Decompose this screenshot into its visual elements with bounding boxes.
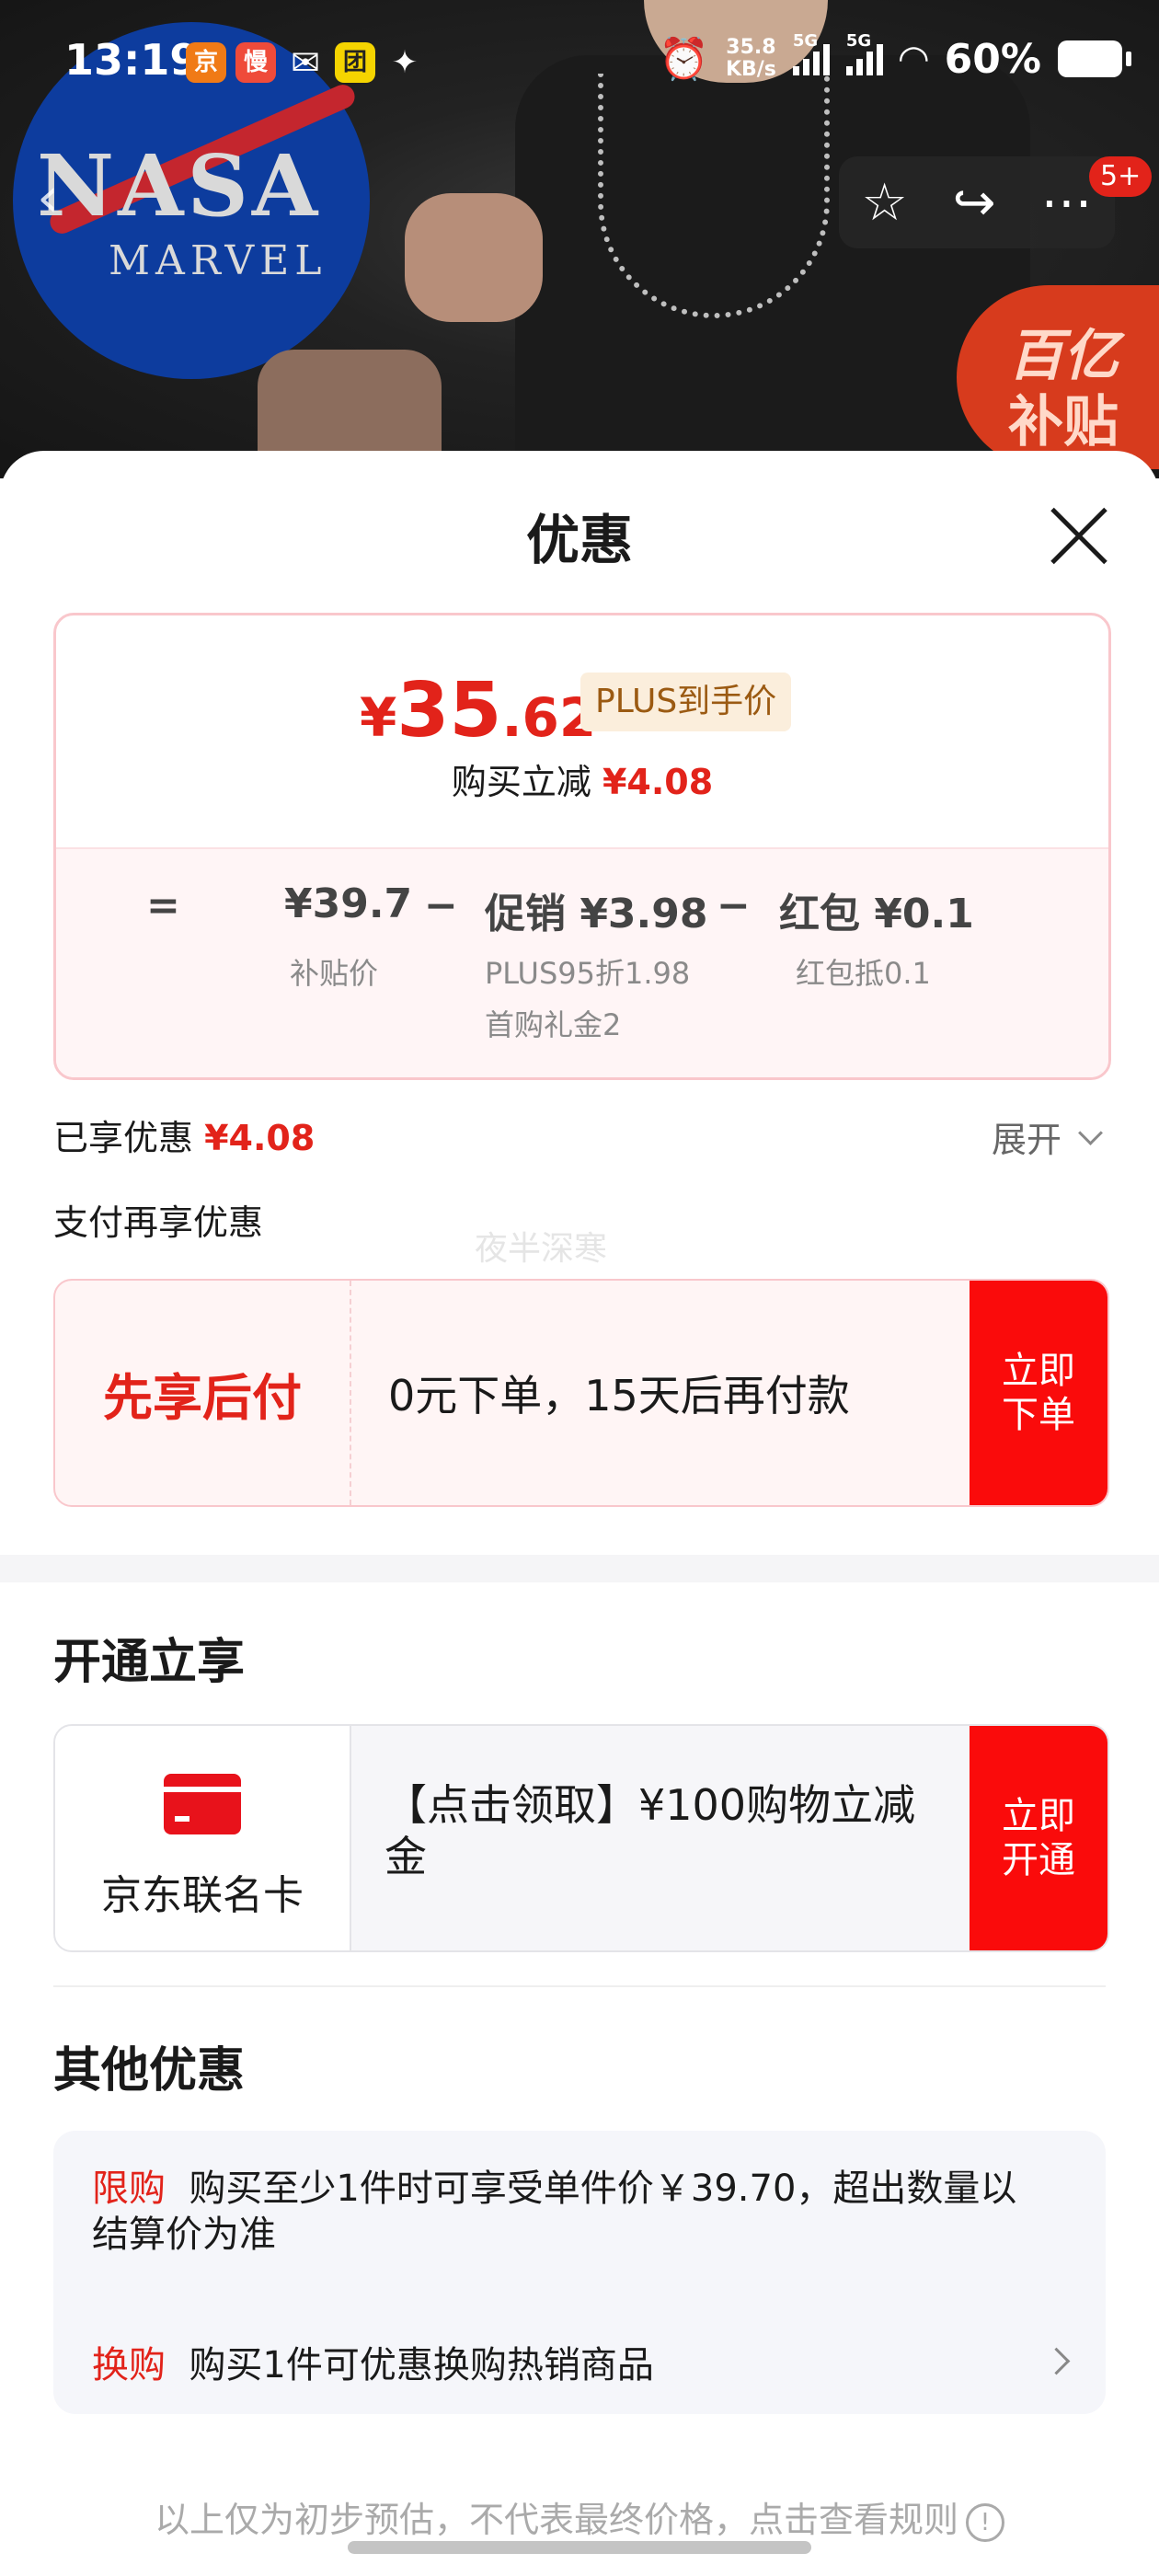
enjoyed-discount: 已享优惠 ¥4.08 xyxy=(53,1118,316,1158)
more-icon[interactable]: ⋯ xyxy=(1041,173,1093,233)
trade-in-tag: 换购 xyxy=(92,2344,166,2386)
pay-later-card[interactable]: 先享后付 0元下单，15天后再付款 立即下单 xyxy=(53,1279,1109,1507)
logo-subtext: MARVEL xyxy=(109,237,327,284)
redpacket-detail: 红包抵0.1 xyxy=(796,956,931,991)
back-icon[interactable]: ‹ xyxy=(37,166,101,239)
sheet-title: 优惠 xyxy=(525,509,633,571)
meituan-icon: 团 xyxy=(335,42,375,83)
final-price: ¥35.62 xyxy=(360,667,597,754)
home-indicator[interactable] xyxy=(348,2541,811,2554)
purchase-limit-text: 购买至少1件时可享受单件价￥39.70，超出数量以结算价为准 xyxy=(92,2168,1017,2256)
wifi-icon: ◠ xyxy=(899,38,928,80)
info-icon[interactable]: ! xyxy=(966,2502,1004,2542)
plus-price-tag: PLUS到手价 xyxy=(580,673,792,731)
hand-shape xyxy=(405,193,543,322)
close-icon[interactable] xyxy=(1045,502,1113,570)
purchase-limit-row: 限购 购买至少1件时可享受单件价￥39.70，超出数量以结算价为准 xyxy=(92,2166,1030,2258)
co-brand-card[interactable]: 京东联名卡 【点击领取】¥100购物立减金 立即开通 xyxy=(53,1724,1109,1952)
pay-later-title: 先享后付 xyxy=(55,1281,351,1505)
pinduoduo-icon: ✦ xyxy=(391,44,419,81)
share-icon[interactable]: ↪ xyxy=(953,173,996,233)
product-actions: ☆ ↪ ⋯ xyxy=(839,156,1115,248)
other-section-title: 其他优惠 xyxy=(53,2043,246,2099)
pay-later-desc: 0元下单，15天后再付款 xyxy=(388,1371,850,1420)
promo-detail-gift: 首购礼金2 xyxy=(485,1007,622,1042)
final-price-block: ¥35.62 PLUS到手价 购买立减 ¥4.08 xyxy=(56,615,1108,845)
price-footnote[interactable]: 以上仅为初步预估，不代表最终价格，点击查看规则! xyxy=(0,2491,1159,2542)
other-discounts: 限购 购买至少1件时可享受单件价￥39.70，超出数量以结算价为准 换购 购买1… xyxy=(53,2131,1106,2414)
subsidy-price: ¥39.7 xyxy=(284,880,413,927)
open-now-button[interactable]: 立即开通 xyxy=(970,1726,1107,1950)
status-bar: 13:19 京 慢 ✉ 团 ✦ ⏰ 35.8 KB/s 5G 5G ◠ 60% xyxy=(0,0,1159,120)
status-indicators: ⏰ 35.8 KB/s 5G 5G ◠ 60% xyxy=(659,31,1131,83)
order-now-button[interactable]: 立即下单 xyxy=(970,1281,1107,1505)
price-card: ¥35.62 PLUS到手价 购买立减 ¥4.08 = ¥39.7 补贴价 − … xyxy=(53,613,1111,1080)
slow-app-icon: 慢 xyxy=(235,42,276,83)
alarm-icon: ⏰ xyxy=(659,36,709,83)
status-time: 13:19 xyxy=(64,35,200,85)
credit-card-icon xyxy=(164,1774,241,1834)
open-section-title: 开通立享 xyxy=(53,1635,246,1690)
trade-in-row[interactable]: 换购 购买1件可优惠换购热销商品 xyxy=(92,2335,654,2388)
subsidy-price-label: 补贴价 xyxy=(290,956,379,991)
co-brand-card-left: 京东联名卡 xyxy=(55,1726,351,1950)
message-badge: 5+ xyxy=(1089,156,1153,197)
promo-value: 促销 ¥3.98 xyxy=(485,891,708,937)
minus-sign: − xyxy=(717,882,751,929)
equals-sign: = xyxy=(146,882,180,929)
section-divider xyxy=(0,1555,1159,1582)
wechat-icon: ✉ xyxy=(291,42,320,83)
minus-sign: − xyxy=(424,882,458,929)
favorite-icon[interactable]: ☆ xyxy=(861,173,907,233)
chevron-right-icon[interactable] xyxy=(1042,2347,1071,2375)
battery-percent: 60% xyxy=(944,35,1041,83)
watermark: 夜半深寒 xyxy=(475,1230,608,1268)
expand-button[interactable]: 展开 xyxy=(992,1111,1061,1162)
redpacket-value: 红包 ¥0.1 xyxy=(779,891,974,937)
co-brand-desc: 【点击领取】¥100购物立减金 xyxy=(384,1780,916,1881)
jd-app-icon: 京 xyxy=(186,42,226,83)
pay-more-label: 支付再享优惠 xyxy=(53,1202,264,1243)
promo-detail-plus: PLUS95折1.98 xyxy=(485,956,691,991)
instant-reduction: 购买立减 ¥4.08 xyxy=(451,762,714,802)
purchase-limit-tag: 限购 xyxy=(92,2168,166,2210)
price-breakdown: = ¥39.7 补贴价 − 促销 ¥3.98 PLUS95折1.98 首购礼金2… xyxy=(56,847,1108,1077)
net-speed: 35.8 KB/s xyxy=(725,36,776,81)
battery-icon xyxy=(1058,40,1131,77)
co-brand-name: 京东联名卡 xyxy=(101,1872,304,1919)
divider xyxy=(53,1985,1106,1987)
trade-in-text: 购买1件可优惠换购热销商品 xyxy=(189,2344,654,2386)
subsidy-badge[interactable]: 百亿 补贴 xyxy=(957,285,1159,469)
signal-icon-sim2: 5G xyxy=(845,31,883,75)
signal-icon-sim1: 5G xyxy=(792,31,830,75)
